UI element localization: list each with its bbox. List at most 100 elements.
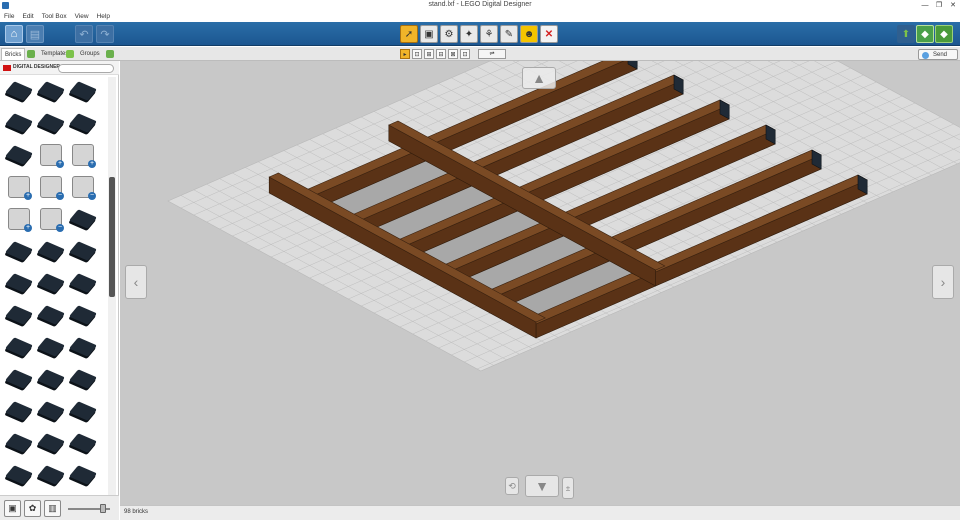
palette-brick[interactable]: [68, 237, 98, 265]
palette-brick[interactable]: [36, 397, 66, 425]
palette-brick[interactable]: −: [36, 205, 66, 233]
brick-thumbnail: [4, 241, 34, 261]
expand-icon[interactable]: +: [24, 224, 32, 232]
palette-brick[interactable]: +: [68, 141, 98, 169]
save-button[interactable]: ▤: [26, 25, 44, 43]
pan-right-button[interactable]: ›: [932, 265, 954, 299]
send-button[interactable]: Send: [918, 49, 958, 60]
home-button[interactable]: ⌂: [5, 25, 23, 43]
palette-brick[interactable]: +: [4, 173, 34, 201]
palette-brick[interactable]: [36, 301, 66, 329]
paint-tool-button[interactable]: ✎: [500, 25, 518, 43]
palette-brick[interactable]: [4, 269, 34, 297]
palette-view-button[interactable]: ▣: [4, 500, 21, 517]
palette-brick[interactable]: [4, 365, 34, 393]
collapse-icon[interactable]: −: [88, 192, 96, 200]
palette-brick[interactable]: [36, 461, 66, 489]
palette-brick[interactable]: [4, 109, 34, 137]
palette-brick[interactable]: [4, 301, 34, 329]
palette-brick[interactable]: [68, 269, 98, 297]
palette-brick[interactable]: [68, 333, 98, 361]
palette-brick[interactable]: [68, 397, 98, 425]
palette-scrollbar[interactable]: [108, 77, 116, 497]
menu-help[interactable]: Help: [93, 11, 114, 22]
clone-tool-button[interactable]: ▣: [420, 25, 438, 43]
collapse-icon[interactable]: −: [56, 224, 64, 232]
scrollbar-thumb[interactable]: [109, 177, 115, 297]
restore-button[interactable]: ❐: [932, 0, 946, 11]
menu-view[interactable]: View: [71, 11, 93, 22]
instructions-mode-button[interactable]: ◆: [935, 25, 953, 43]
palette-brick[interactable]: [36, 269, 66, 297]
menu-edit[interactable]: Edit: [18, 11, 37, 22]
color-select-button[interactable]: ⊟: [436, 49, 446, 59]
invert-select-button[interactable]: ⊡: [460, 49, 470, 59]
palette-brick[interactable]: [68, 301, 98, 329]
palette-brick[interactable]: [68, 109, 98, 137]
model-scene[interactable]: [120, 61, 960, 505]
palette-brick[interactable]: −: [36, 173, 66, 201]
palette-brick[interactable]: [36, 109, 66, 137]
expand-icon[interactable]: +: [24, 192, 32, 200]
menu-toolbox[interactable]: Tool Box: [38, 11, 71, 22]
color-palette-button[interactable]: ✿: [24, 500, 41, 517]
zoom-button[interactable]: ±: [562, 477, 574, 499]
palette-brick[interactable]: [36, 365, 66, 393]
palette-brick[interactable]: [4, 397, 34, 425]
single-select-button[interactable]: ▸: [400, 49, 410, 59]
pan-down-button[interactable]: ▼: [525, 475, 559, 497]
brick-palette: DIGITAL DESIGNER + + + − − + − ▣ ✿ ▥: [0, 61, 119, 520]
palette-brick[interactable]: [68, 429, 98, 457]
decoration-tool-button[interactable]: ☻: [520, 25, 538, 43]
collapse-icon[interactable]: −: [56, 192, 64, 200]
palette-brick[interactable]: [68, 365, 98, 393]
palette-brick[interactable]: [4, 333, 34, 361]
close-button[interactable]: ✕: [946, 0, 960, 11]
build-canvas[interactable]: ‹ › ▲ ▼ ⟲ ±: [120, 61, 960, 505]
pan-up-button[interactable]: ▲: [522, 67, 556, 89]
tab-groups[interactable]: Groups: [77, 48, 103, 60]
palette-brick[interactable]: [36, 237, 66, 265]
palette-brick[interactable]: [4, 141, 34, 169]
build-mode-button[interactable]: ⬆: [897, 25, 915, 43]
palette-brick[interactable]: [68, 205, 98, 233]
hinge-align-tool-button[interactable]: ✦: [460, 25, 478, 43]
palette-brick[interactable]: [4, 237, 34, 265]
tab-bricks[interactable]: Bricks: [1, 48, 26, 60]
palette-brick[interactable]: [36, 429, 66, 457]
undo-button[interactable]: ↶: [75, 25, 93, 43]
hinge-tool-button[interactable]: ⚙: [440, 25, 458, 43]
palette-brick[interactable]: [36, 333, 66, 361]
palette-view-icon: ▣: [8, 503, 17, 513]
flex-tool-button[interactable]: ⚘: [480, 25, 498, 43]
shape-select-button[interactable]: ⊠: [448, 49, 458, 59]
palette-brick[interactable]: +: [36, 141, 66, 169]
palette-brick[interactable]: −: [68, 173, 98, 201]
delete-tool-button[interactable]: ✕: [540, 25, 558, 43]
view-mode-button[interactable]: ◆: [916, 25, 934, 43]
rotate-left-button[interactable]: ⟲: [505, 477, 519, 495]
pan-left-button[interactable]: ‹: [125, 265, 147, 299]
palette-brick[interactable]: [4, 429, 34, 457]
palette-search-input[interactable]: [58, 64, 114, 73]
palette-brick[interactable]: [68, 461, 98, 489]
minimize-button[interactable]: —: [918, 0, 932, 11]
palette-brick[interactable]: [36, 77, 66, 105]
color-palette-icon: ✿: [28, 503, 37, 513]
palette-brick[interactable]: [4, 77, 34, 105]
zoom-slider-knob[interactable]: [100, 504, 106, 513]
hinge-tool-icon: ⚙: [444, 28, 454, 40]
menu-file[interactable]: File: [0, 11, 18, 22]
expand-icon[interactable]: +: [88, 160, 96, 168]
redo-button[interactable]: ↷: [96, 25, 114, 43]
palette-brick[interactable]: +: [4, 205, 34, 233]
select-tool-button[interactable]: ➚: [400, 25, 418, 43]
undo-icon: ↶: [79, 28, 89, 41]
connected-select-button[interactable]: ⊞: [424, 49, 434, 59]
hide-button[interactable]: ⇌: [478, 49, 506, 59]
palette-brick[interactable]: [4, 461, 34, 489]
palette-brick[interactable]: [68, 77, 98, 105]
sets-button[interactable]: ▥: [44, 500, 61, 517]
multi-select-button[interactable]: ⊡: [412, 49, 422, 59]
expand-icon[interactable]: +: [56, 160, 64, 168]
